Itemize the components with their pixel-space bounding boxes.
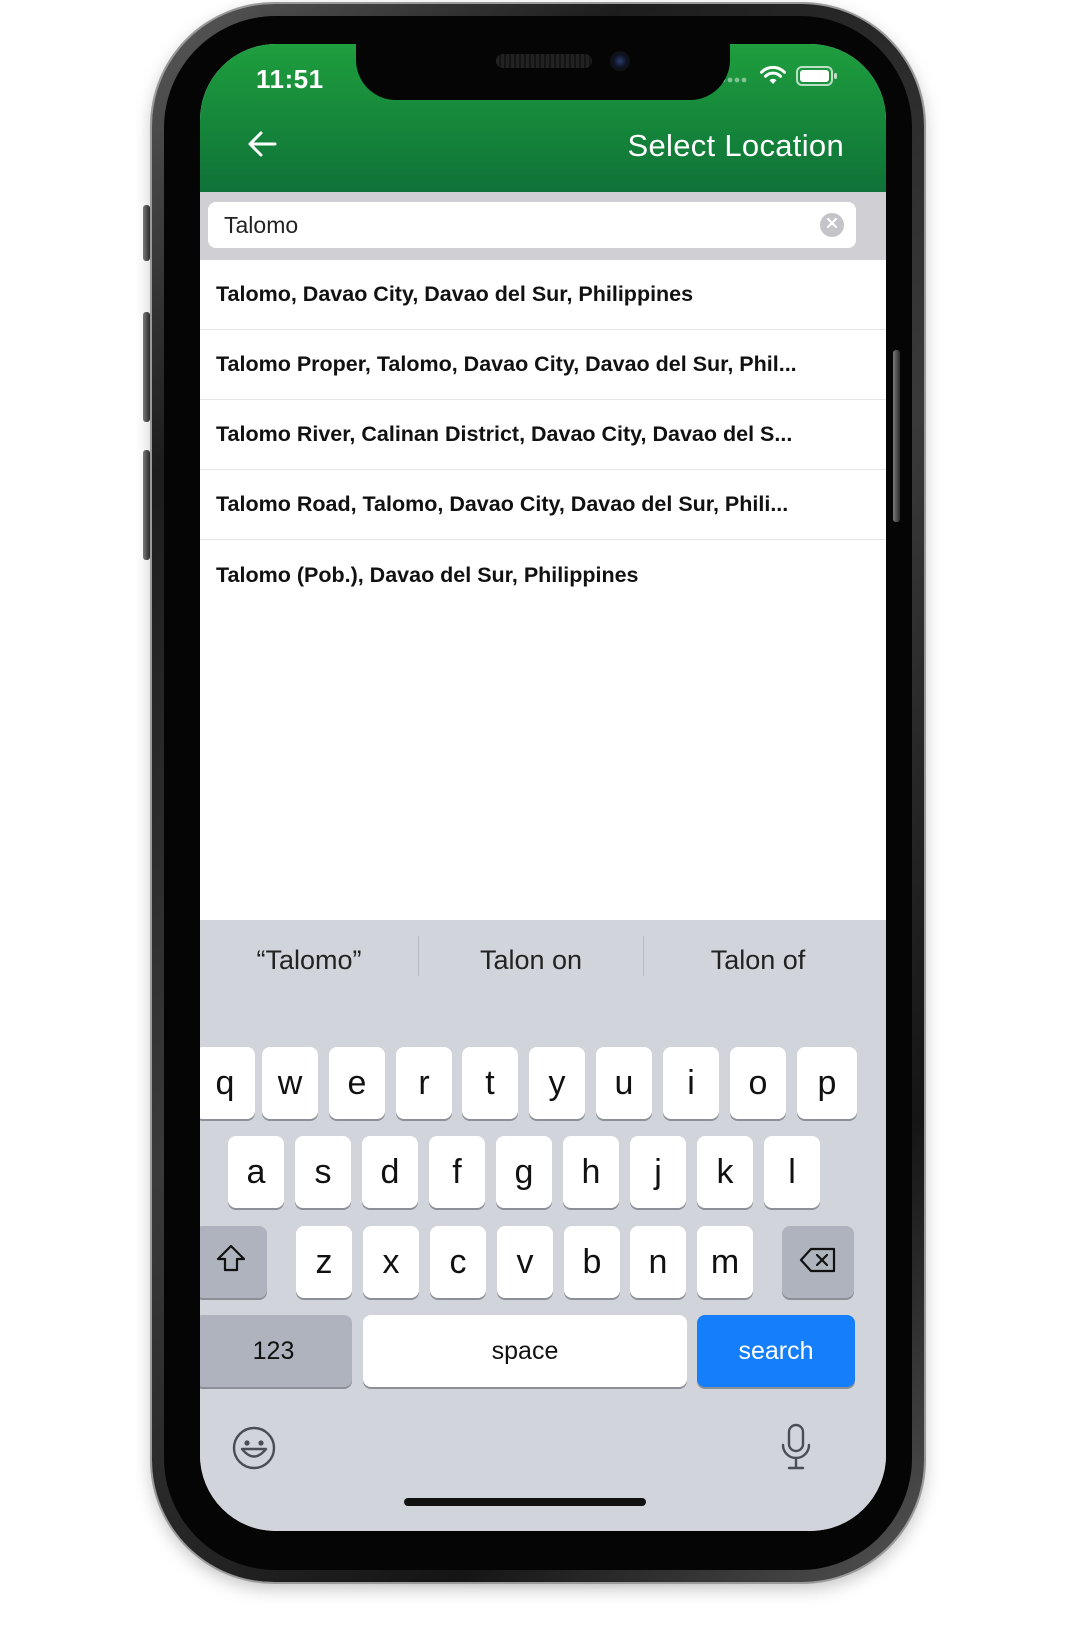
key-z[interactable]: z (296, 1226, 352, 1298)
shift-key[interactable] (200, 1226, 267, 1298)
key-g[interactable]: g (496, 1136, 552, 1208)
volume-up-button (143, 312, 150, 422)
key-i[interactable]: i (663, 1047, 719, 1119)
search-key[interactable]: search (697, 1315, 855, 1387)
emoji-button[interactable] (232, 1426, 276, 1475)
key-v[interactable]: v (497, 1226, 553, 1298)
key-l[interactable]: l (764, 1136, 820, 1208)
key-o[interactable]: o (730, 1047, 786, 1119)
space-key[interactable]: space (363, 1315, 687, 1387)
battery-icon (796, 66, 838, 91)
key-m[interactable]: m (697, 1226, 753, 1298)
wifi-icon (760, 65, 786, 91)
key-x[interactable]: x (363, 1226, 419, 1298)
arrow-left-icon (247, 130, 277, 163)
close-icon (826, 216, 838, 234)
status-icons (720, 65, 838, 91)
front-camera (610, 51, 630, 71)
power-button (893, 350, 900, 522)
clear-search-button[interactable] (820, 213, 844, 237)
search-input-value: Talomo (224, 212, 299, 238)
shift-icon (215, 1243, 247, 1282)
list-item[interactable]: Talomo, Davao City, Davao del Sur, Phili… (200, 260, 886, 330)
search-bar: Talomo (200, 192, 886, 260)
key-b[interactable]: b (564, 1226, 620, 1298)
emoji-icon (232, 1426, 276, 1475)
phone-screen: 11:51 Select Location Talomo Talomo, Dav… (200, 44, 886, 1531)
key-s[interactable]: s (295, 1136, 351, 1208)
key-c[interactable]: c (430, 1226, 486, 1298)
microphone-icon (779, 1423, 813, 1476)
key-k[interactable]: k (697, 1136, 753, 1208)
key-j[interactable]: j (630, 1136, 686, 1208)
key-e[interactable]: e (329, 1047, 385, 1119)
key-n[interactable]: n (630, 1226, 686, 1298)
numbers-key[interactable]: 123 (200, 1315, 352, 1387)
list-item[interactable]: Talomo Road, Talomo, Davao City, Davao d… (200, 470, 886, 540)
suggestion-item[interactable]: Talon of (644, 920, 872, 1000)
key-h[interactable]: h (563, 1136, 619, 1208)
volume-down-button (143, 450, 150, 560)
page-title: Select Location (627, 128, 844, 163)
key-f[interactable]: f (429, 1136, 485, 1208)
home-indicator[interactable] (404, 1498, 646, 1506)
list-item[interactable]: Talomo (Pob.), Davao del Sur, Philippine… (200, 540, 886, 610)
results-list: Talomo, Davao City, Davao del Sur, Phili… (200, 260, 886, 610)
dictation-button[interactable] (774, 1423, 818, 1476)
key-d[interactable]: d (362, 1136, 418, 1208)
status-time: 11:51 (256, 64, 324, 94)
on-screen-keyboard: “Talomo” Talon on Talon of q w e r t y u… (200, 920, 886, 1531)
search-input[interactable]: Talomo (208, 202, 856, 248)
backspace-key[interactable] (782, 1226, 854, 1298)
speaker-grille (496, 54, 592, 68)
suggestion-item[interactable]: “Talomo” (200, 920, 418, 1000)
back-button[interactable] (240, 124, 284, 168)
key-y[interactable]: y (529, 1047, 585, 1119)
key-p[interactable]: p (797, 1047, 857, 1119)
predictive-bar: “Talomo” Talon on Talon of (200, 920, 886, 1000)
silent-switch (143, 205, 150, 261)
key-r[interactable]: r (396, 1047, 452, 1119)
suggestion-item[interactable]: Talon on (419, 920, 643, 1000)
list-item[interactable]: Talomo River, Calinan District, Davao Ci… (200, 400, 886, 470)
key-u[interactable]: u (596, 1047, 652, 1119)
key-w[interactable]: w (262, 1047, 318, 1119)
backspace-icon (799, 1243, 837, 1282)
key-a[interactable]: a (228, 1136, 284, 1208)
key-t[interactable]: t (462, 1047, 518, 1119)
device-notch (356, 44, 730, 100)
list-item[interactable]: Talomo Proper, Talomo, Davao City, Davao… (200, 330, 886, 400)
key-q[interactable]: q (200, 1047, 255, 1119)
